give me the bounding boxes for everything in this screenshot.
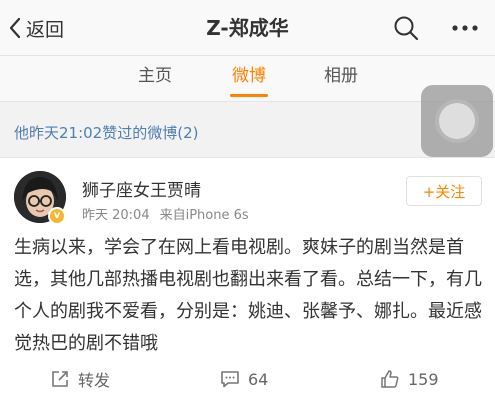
comment-icon bbox=[221, 371, 239, 388]
chevron-left-icon bbox=[9, 17, 21, 39]
author-name[interactable]: 狮子座女王贾晴 bbox=[82, 176, 201, 201]
post-card[interactable]: v 狮子座女王贾晴 昨天 20:04 来自iPhone 6s +关注 生病以来，… bbox=[0, 157, 495, 403]
active-tab-indicator bbox=[230, 94, 268, 97]
tab-album[interactable]: 相册 bbox=[318, 56, 364, 102]
assistive-touch-button[interactable] bbox=[421, 85, 493, 157]
liked-posts-header-label: 他昨天21:02赞过的微博(2) bbox=[14, 124, 199, 142]
post-text: 生病以来，学会了在网上看电视剧。爽妹子的剧当然是首选，其他几部热播电视剧也翻出来… bbox=[14, 237, 482, 354]
repost-icon bbox=[52, 371, 68, 387]
like-button[interactable]: 159 bbox=[380, 359, 439, 399]
back-button[interactable]: 返回 bbox=[8, 12, 64, 44]
page-title: Z-郑成华 bbox=[206, 16, 289, 40]
assistive-touch-ring-icon bbox=[435, 99, 479, 143]
post-time: 昨天 20:04 bbox=[82, 208, 150, 223]
post-meta: 昨天 20:04 来自iPhone 6s bbox=[82, 204, 249, 223]
comment-count: 64 bbox=[248, 369, 269, 389]
back-label: 返回 bbox=[26, 18, 65, 41]
like-count: 159 bbox=[408, 369, 439, 389]
repost-button[interactable]: 转发 bbox=[50, 359, 110, 399]
more-icon[interactable] bbox=[448, 14, 482, 42]
follow-button[interactable]: +关注 bbox=[406, 176, 482, 206]
thumbs-up-icon bbox=[381, 370, 399, 388]
follow-label: +关注 bbox=[422, 182, 466, 201]
post-source: 来自iPhone 6s bbox=[159, 208, 249, 223]
navigation-bar: 返回 Z-郑成华 bbox=[0, 0, 495, 56]
repost-label: 转发 bbox=[78, 371, 111, 390]
verified-badge-icon: v bbox=[48, 207, 66, 225]
post-actions: 转发 64 159 bbox=[0, 359, 495, 399]
comment-button[interactable]: 64 bbox=[220, 359, 268, 399]
tab-home[interactable]: 主页 bbox=[132, 56, 178, 102]
search-icon[interactable] bbox=[392, 14, 420, 42]
